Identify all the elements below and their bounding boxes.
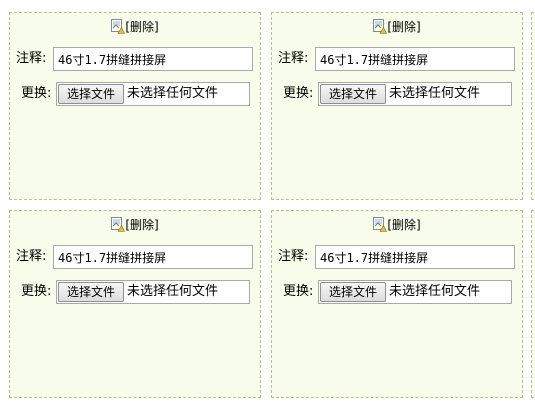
replace-row: 更换: 选择文件 未选择任何文件 xyxy=(21,82,256,106)
file-input[interactable]: 选择文件 未选择任何文件 xyxy=(56,280,250,304)
delete-link[interactable]: [删除] xyxy=(387,20,420,34)
image-card: [删除] 注释: 更换: 选择文件 未选择任何文件 xyxy=(271,210,523,398)
broken-image-icon xyxy=(111,217,126,232)
choose-file-button[interactable]: 选择文件 xyxy=(58,84,124,104)
delete-link[interactable]: [删除] xyxy=(387,218,420,232)
note-label: 注释: xyxy=(16,249,47,264)
note-input[interactable] xyxy=(315,245,515,269)
note-row: 注释: xyxy=(16,245,256,269)
replace-label: 更换: xyxy=(21,284,52,299)
note-input[interactable] xyxy=(53,47,253,71)
replace-row: 更换: 选择文件 未选择任何文件 xyxy=(283,280,518,304)
note-label: 注释: xyxy=(278,51,309,66)
note-input[interactable] xyxy=(315,47,515,71)
choose-file-button[interactable]: 选择文件 xyxy=(320,282,386,302)
broken-image-icon xyxy=(373,217,388,232)
image-card-partial xyxy=(531,210,535,398)
replace-row: 更换: 选择文件 未选择任何文件 xyxy=(21,280,256,304)
delete-link[interactable]: [删除] xyxy=(125,20,158,34)
replace-label: 更换: xyxy=(283,284,314,299)
note-label: 注释: xyxy=(16,51,47,66)
file-status: 未选择任何文件 xyxy=(127,284,219,299)
broken-image-icon xyxy=(111,19,126,34)
note-label: 注释: xyxy=(278,249,309,264)
image-card: [删除] 注释: 更换: 选择文件 未选择任何文件 xyxy=(9,12,261,200)
replace-label: 更换: xyxy=(21,86,52,101)
image-card-partial xyxy=(531,12,535,200)
file-input[interactable]: 选择文件 未选择任何文件 xyxy=(318,82,512,106)
note-input[interactable] xyxy=(53,245,253,269)
file-status: 未选择任何文件 xyxy=(389,284,481,299)
note-row: 注释: xyxy=(278,47,518,71)
file-status: 未选择任何文件 xyxy=(127,86,219,101)
image-grid: [删除] 注释: 更换: 选择文件 未选择任何文件 [删除] 注释: xyxy=(0,0,535,403)
replace-label: 更换: xyxy=(283,86,314,101)
file-input[interactable]: 选择文件 未选择任何文件 xyxy=(318,280,512,304)
note-row: 注释: xyxy=(278,245,518,269)
image-delete-line: [删除] xyxy=(10,216,260,234)
image-delete-line: [删除] xyxy=(10,18,260,36)
image-delete-line: [删除] xyxy=(272,216,522,234)
file-status: 未选择任何文件 xyxy=(389,86,481,101)
file-input[interactable]: 选择文件 未选择任何文件 xyxy=(56,82,250,106)
choose-file-button[interactable]: 选择文件 xyxy=(58,282,124,302)
choose-file-button[interactable]: 选择文件 xyxy=(320,84,386,104)
delete-link[interactable]: [删除] xyxy=(125,218,158,232)
image-delete-line: [删除] xyxy=(272,18,522,36)
note-row: 注释: xyxy=(16,47,256,71)
broken-image-icon xyxy=(373,19,388,34)
image-card: [删除] 注释: 更换: 选择文件 未选择任何文件 xyxy=(9,210,261,398)
image-card: [删除] 注释: 更换: 选择文件 未选择任何文件 xyxy=(271,12,523,200)
replace-row: 更换: 选择文件 未选择任何文件 xyxy=(283,82,518,106)
